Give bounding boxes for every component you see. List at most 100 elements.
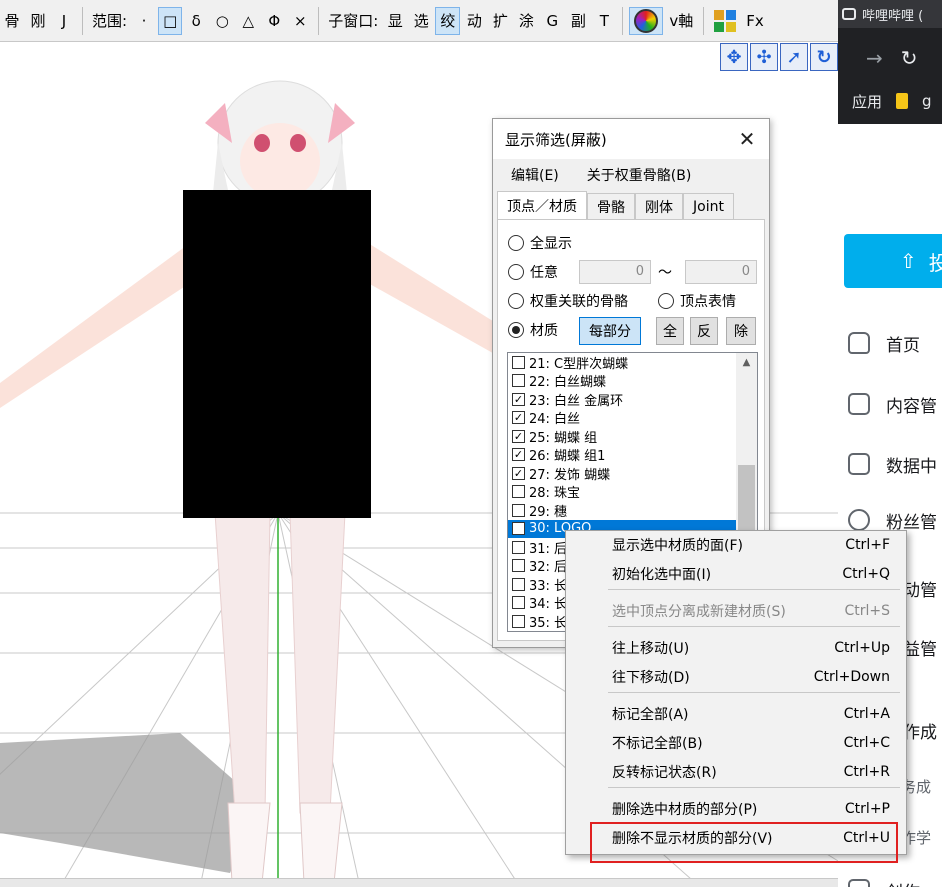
v-axis-button[interactable]: v軸 bbox=[665, 7, 697, 35]
menu-weight-bone[interactable]: 关于权重骨骼(B) bbox=[587, 165, 692, 185]
radio-weight-bone[interactable]: 权重关联的骨骼 bbox=[508, 290, 628, 312]
context-menu-item[interactable]: 显示选中材质的面(F) Ctrl+F bbox=[612, 532, 898, 558]
checkbox[interactable] bbox=[512, 522, 525, 536]
context-menu-item[interactable]: 不标记全部(B) Ctrl+C bbox=[612, 730, 898, 756]
menu-item-label: 显示选中材质的面(F) bbox=[612, 538, 743, 554]
material-row[interactable]: 21: C型胖次蝴蝶 bbox=[508, 353, 736, 372]
browser-nav: → ↻ bbox=[838, 40, 942, 76]
remove-button[interactable]: 除 bbox=[726, 317, 756, 345]
checkbox[interactable] bbox=[512, 596, 525, 610]
bookmark-folder-icon[interactable] bbox=[896, 93, 909, 109]
material-label: 23: 白丝 金属环 bbox=[529, 393, 624, 409]
each-part-button[interactable]: 每部分 bbox=[579, 317, 641, 345]
range-phi-button[interactable]: Φ bbox=[262, 7, 286, 35]
material-row[interactable]: 28: 珠宝 bbox=[508, 483, 736, 501]
range-from-field[interactable]: 0 bbox=[579, 260, 651, 284]
subwindow-t-button[interactable]: T bbox=[592, 7, 616, 35]
subwindow-expand-button[interactable]: 扩 bbox=[488, 7, 512, 35]
checkbox-checked[interactable]: ✓ bbox=[512, 448, 525, 462]
subwindow-filter-button[interactable]: 绞 bbox=[435, 6, 461, 35]
tab-joint[interactable]: Joint bbox=[683, 193, 734, 219]
range-cross-button[interactable]: × bbox=[288, 7, 312, 35]
material-row[interactable]: ✓ 23: 白丝 金属环 bbox=[508, 390, 736, 409]
move-arrows-icon: ✥ bbox=[726, 46, 742, 68]
checkbox[interactable] bbox=[512, 374, 525, 388]
browser-tab[interactable]: 哔哩哔哩 ( bbox=[838, 0, 942, 28]
subwindow-display-button[interactable]: 显 bbox=[383, 7, 407, 35]
material-row[interactable]: 22: 白丝蝴蝶 bbox=[508, 372, 736, 390]
subwindow-sub-button[interactable]: 副 bbox=[566, 7, 590, 35]
scroll-up-icon[interactable]: ▲ bbox=[736, 353, 757, 371]
radio-any[interactable]: 任意 bbox=[508, 261, 558, 283]
checkbox[interactable] bbox=[512, 503, 525, 517]
menu-edit[interactable]: 编辑(E) bbox=[511, 165, 559, 185]
context-menu-item[interactable]: 往下移动(D) Ctrl+Down bbox=[612, 664, 898, 690]
context-menu-item[interactable]: 标记全部(A) Ctrl+A bbox=[612, 701, 898, 727]
checkbox[interactable] bbox=[512, 577, 525, 591]
material-label: 33: 长 bbox=[529, 578, 568, 594]
view-axis-buttons: ✥ ✣ ➚ ↻ bbox=[720, 43, 838, 71]
upload-button[interactable]: ⇧ 投 bbox=[844, 234, 942, 288]
context-menu-item[interactable]: 往上移动(U) Ctrl+Up bbox=[612, 635, 898, 661]
subwindow-g-button[interactable]: G bbox=[540, 7, 564, 35]
subwindow-select-button[interactable]: 选 bbox=[409, 7, 433, 35]
checkbox-checked[interactable]: ✓ bbox=[512, 466, 525, 480]
forward-arrow-icon[interactable]: → bbox=[866, 46, 883, 70]
checkbox-checked[interactable]: ✓ bbox=[512, 392, 525, 406]
bookmark-folder-label[interactable]: g bbox=[922, 92, 932, 110]
range-to-field[interactable]: 0 bbox=[685, 260, 757, 284]
checkbox[interactable] bbox=[512, 485, 525, 499]
tab-bone[interactable]: 骨骼 bbox=[587, 193, 635, 219]
context-menu-item[interactable]: 初始化选中面(I) Ctrl+Q bbox=[612, 561, 898, 587]
toolbar-bone-button[interactable]: 骨 bbox=[0, 7, 24, 35]
dialog-titlebar[interactable]: 显示筛选(屏蔽) ✕ bbox=[493, 119, 769, 159]
toolbar-joint-button[interactable]: J bbox=[52, 7, 76, 35]
grid-view-button[interactable] bbox=[710, 7, 740, 35]
sidebar-item-create[interactable]: 创作 bbox=[838, 872, 942, 887]
tab-rigid[interactable]: 刚体 bbox=[635, 193, 683, 219]
material-row[interactable]: ✓ 27: 发饰 蝴蝶 bbox=[508, 464, 736, 483]
sidebar-item-content[interactable]: 内容管 bbox=[838, 386, 942, 422]
radio-label: 材质 bbox=[530, 323, 558, 339]
range-rect-button[interactable]: □ bbox=[158, 6, 183, 35]
menu-item-label: 不标记全部(B) bbox=[612, 736, 703, 752]
dialog-close-button[interactable]: ✕ bbox=[733, 125, 761, 153]
context-menu-item[interactable]: 删除选中材质的部分(P) Ctrl+P bbox=[612, 796, 898, 822]
sidebar-item-data[interactable]: 数据中 bbox=[838, 446, 942, 482]
sidebar-item-home[interactable]: 首页 bbox=[838, 325, 942, 361]
context-menu-item[interactable]: 反转标记状态(R) Ctrl+R bbox=[612, 759, 898, 785]
radio-material[interactable]: 材质 bbox=[508, 319, 558, 341]
material-row[interactable]: 29: 穗 bbox=[508, 501, 736, 520]
checkbox[interactable] bbox=[512, 559, 525, 573]
tab-vertex-material[interactable]: 顶点／材质 bbox=[497, 191, 587, 219]
checkbox[interactable] bbox=[512, 355, 525, 369]
toolbar-rigid-button[interactable]: 刚 bbox=[26, 7, 50, 35]
range-delta-button[interactable]: δ bbox=[184, 7, 208, 35]
checkbox-checked[interactable]: ✓ bbox=[512, 411, 525, 425]
scroll-thumb[interactable] bbox=[738, 465, 755, 531]
range-triangle-button[interactable]: △ bbox=[236, 7, 260, 35]
radio-vertex-morph[interactable]: 顶点表情 bbox=[658, 290, 736, 312]
radio-show-all[interactable]: 全显示 bbox=[508, 232, 572, 254]
color-wheel-button[interactable] bbox=[629, 6, 664, 35]
reset-view-button[interactable]: ↻ bbox=[810, 43, 838, 71]
subwindow-move-button[interactable]: 动 bbox=[462, 7, 486, 35]
checkbox[interactable] bbox=[512, 614, 525, 628]
range-circle-button[interactable]: ○ bbox=[210, 7, 234, 35]
checkbox-checked[interactable]: ✓ bbox=[512, 429, 525, 443]
select-all-button[interactable]: 全 bbox=[656, 317, 684, 345]
fx-button[interactable]: Fx bbox=[742, 7, 768, 35]
range-point-button[interactable]: · bbox=[132, 7, 156, 35]
invert-button[interactable]: 反 bbox=[690, 317, 718, 345]
reload-icon[interactable]: ↻ bbox=[901, 46, 918, 70]
pan-view-button[interactable]: ✣ bbox=[750, 43, 778, 71]
material-row[interactable]: ✓ 24: 白丝 bbox=[508, 409, 736, 427]
material-row[interactable]: ✓ 26: 蝴蝶 组1 bbox=[508, 446, 736, 464]
checkbox[interactable] bbox=[512, 540, 525, 554]
material-row[interactable]: ✓ 25: 蝴蝶 组 bbox=[508, 427, 736, 446]
menu-item-shortcut: Ctrl+S bbox=[844, 603, 890, 619]
zoom-view-button[interactable]: ➚ bbox=[780, 43, 808, 71]
subwindow-paint-button[interactable]: 涂 bbox=[514, 7, 538, 35]
bookmark-apps[interactable]: 应用 bbox=[852, 91, 882, 112]
rotate-view-button[interactable]: ✥ bbox=[720, 43, 748, 71]
